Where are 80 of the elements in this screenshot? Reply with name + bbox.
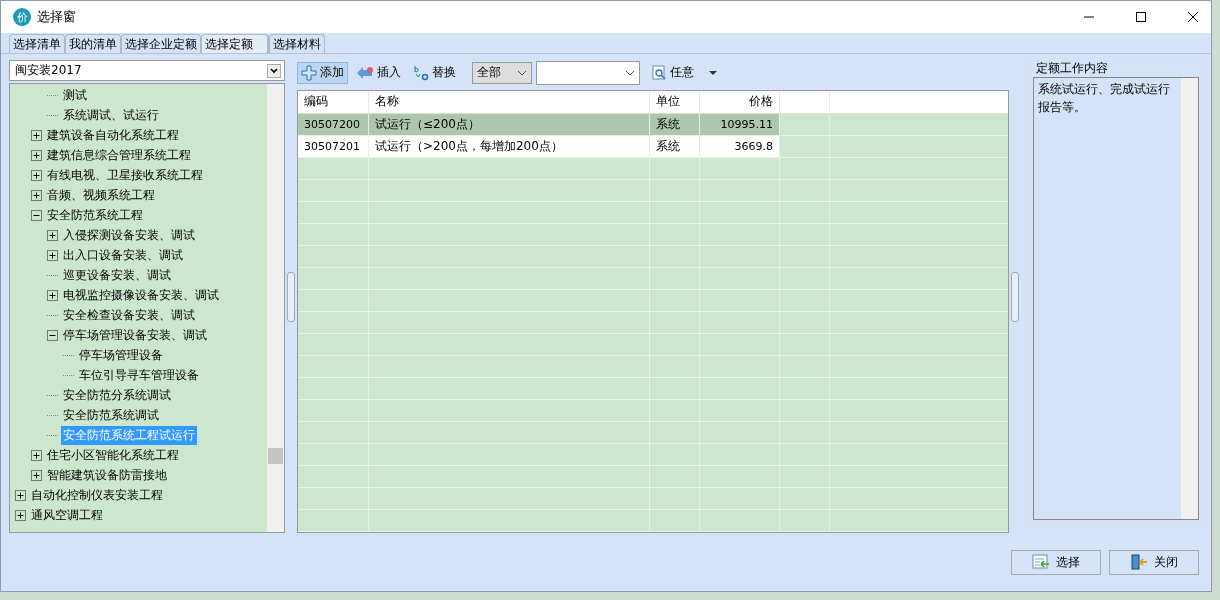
table-cell: 试运行（>200点，每增加200点）	[369, 135, 650, 157]
tree-item[interactable]: 出入口设备安装、调试	[61, 245, 185, 265]
close-icon[interactable]	[1187, 11, 1199, 23]
table-cell: 系统	[650, 113, 700, 135]
tree-item[interactable]: 安全防范系统调试	[61, 405, 161, 425]
column-header[interactable]: 价格	[700, 90, 780, 113]
tree-item[interactable]: 停车场管理设备安装、调试	[61, 325, 209, 345]
tree-item[interactable]: 测试	[61, 85, 89, 105]
splitter-handle[interactable]	[287, 271, 295, 322]
tab[interactable]: 我的清单	[65, 34, 121, 53]
replace-button[interactable]: 替换	[409, 61, 460, 84]
magnifier-icon	[652, 65, 667, 81]
table-cell: 10995.11	[700, 113, 780, 135]
tree-item[interactable]: 音频、视频系统工程	[45, 185, 157, 205]
tab[interactable]: 选择企业定额	[121, 34, 201, 53]
add-button[interactable]: 添加	[297, 61, 348, 84]
chevron-down-icon	[517, 69, 527, 76]
expand-icon[interactable]	[31, 449, 42, 461]
tree-item[interactable]: 系统调试、试运行	[61, 105, 161, 125]
tree-item[interactable]: 电视监控摄像设备安装、调试	[61, 285, 221, 305]
maximize-icon[interactable]	[1135, 11, 1147, 23]
collapse-icon[interactable]	[31, 209, 42, 221]
tree-item[interactable]: 智能建筑设备防雷接地	[45, 465, 169, 485]
caret-icon[interactable]	[708, 69, 718, 76]
tree-item[interactable]: 安全检查设备安装、调试	[61, 305, 197, 325]
app-logo: 价	[13, 8, 31, 26]
close-button[interactable]: 关闭	[1109, 549, 1199, 575]
search-mode-button[interactable]: 任意	[648, 61, 698, 84]
expand-icon[interactable]	[47, 229, 58, 241]
work-content-text: 系统试运行、完成试运行报告等。	[1037, 81, 1171, 116]
tree-item[interactable]: 自动化控制仪表安装工程	[29, 485, 165, 505]
expand-icon[interactable]	[31, 129, 42, 141]
tree-item[interactable]: 车位引导寻车管理设备	[77, 365, 201, 385]
expand-icon[interactable]	[31, 189, 42, 201]
table-row[interactable]: 30507201 试运行（>200点，每增加200点） 系统 3669.8	[298, 135, 1008, 158]
expand-icon[interactable]	[15, 489, 26, 501]
swap-letters-icon	[413, 64, 429, 81]
scrollbar[interactable]	[267, 84, 284, 532]
tree-item[interactable]: 住宅小区智能化系统工程	[45, 445, 181, 465]
expand-icon[interactable]	[15, 509, 26, 521]
table-cell: 30507200	[298, 113, 369, 135]
tree-item[interactable]: 通风空调工程	[29, 505, 105, 525]
tree-item[interactable]: 安全防范分系统调试	[61, 385, 173, 405]
window-title: 选择窗	[37, 8, 76, 26]
select-button[interactable]: 选择	[1011, 549, 1101, 575]
collapse-icon[interactable]	[47, 329, 58, 341]
expand-icon[interactable]	[31, 169, 42, 181]
group-title: 定额工作内容	[1034, 60, 1110, 77]
expand-icon[interactable]	[47, 249, 58, 261]
tree-item[interactable]: 安全防范系统工程	[45, 205, 145, 225]
insert-button[interactable]: 插入	[352, 61, 405, 84]
library-select[interactable]: 闽安装2017	[9, 60, 285, 81]
search-combo[interactable]	[536, 60, 640, 85]
tab[interactable]: 选择清单	[9, 34, 65, 53]
table-row[interactable]: 30507200 试运行（≤200点） 系统 10995.11	[298, 113, 1008, 136]
tab[interactable]: 选择定额	[201, 34, 269, 53]
arrow-left-icon	[356, 65, 374, 80]
expand-icon[interactable]	[31, 149, 42, 161]
tree-item[interactable]: 停车场管理设备	[77, 345, 165, 365]
tab[interactable]: 选择材料	[269, 34, 325, 53]
chevron-down-icon	[625, 69, 635, 76]
table-cell: 30507201	[298, 135, 369, 157]
table-cell: 系统	[650, 135, 700, 157]
column-header[interactable]: 单位	[650, 90, 700, 113]
tree-item[interactable]: 建筑信息综合管理系统工程	[45, 145, 193, 165]
tree-item[interactable]: 建筑设备自动化系统工程	[45, 125, 181, 145]
scrollbar[interactable]	[1181, 78, 1198, 519]
expand-icon[interactable]	[31, 469, 42, 481]
door-exit-icon	[1130, 554, 1148, 570]
splitter-handle[interactable]	[1011, 271, 1019, 322]
column-header[interactable]: 名称	[369, 90, 650, 113]
tree-item[interactable]: 巡更设备安装、调试	[61, 265, 173, 285]
table-cell: 3669.8	[700, 135, 780, 157]
plus-icon	[301, 64, 317, 81]
tree-item[interactable]: 有线电视、卫星接收系统工程	[45, 165, 205, 185]
tree-item[interactable]: 入侵探测设备安装、调试	[61, 225, 197, 245]
scope-select[interactable]: 全部	[472, 61, 532, 84]
expand-icon[interactable]	[47, 289, 58, 301]
table-cell: 试运行（≤200点）	[369, 113, 650, 135]
column-header[interactable]: 编码	[298, 90, 369, 113]
